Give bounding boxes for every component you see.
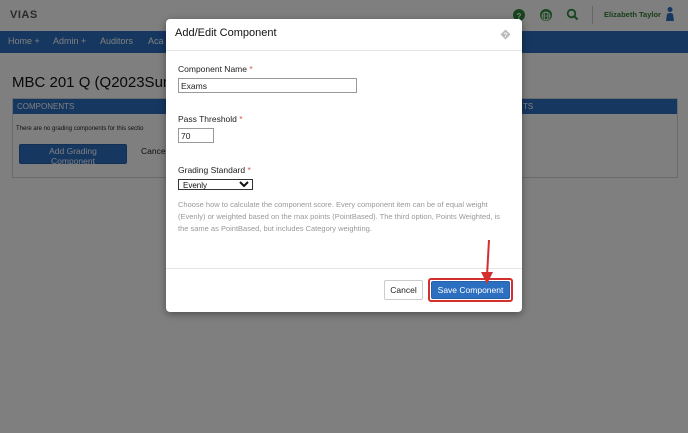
required-mark: * [249, 64, 253, 74]
component-name-label: Component Name * [178, 64, 253, 74]
save-component-button[interactable]: Save Component [431, 281, 510, 299]
dialog-cancel-button[interactable]: Cancel [384, 280, 423, 300]
add-edit-component-dialog: Add/Edit Component ? Component Name * Pa… [166, 19, 522, 312]
pass-threshold-label: Pass Threshold * [178, 114, 243, 124]
required-mark: * [239, 114, 243, 124]
required-mark: * [247, 165, 251, 175]
svg-text:?: ? [504, 32, 508, 39]
question-diamond-icon[interactable]: ? [500, 27, 511, 40]
dialog-header-divider [166, 50, 522, 51]
grading-standard-select[interactable]: Evenly [178, 179, 253, 190]
dialog-footer-divider [166, 268, 522, 269]
component-name-input[interactable] [178, 78, 357, 93]
grading-standard-help-text: Choose how to calculate the component sc… [178, 200, 500, 233]
component-name-label-text: Component Name [178, 64, 247, 74]
grading-standard-label-text: Grading Standard [178, 165, 246, 175]
pass-threshold-input[interactable] [178, 128, 214, 143]
pass-threshold-label-text: Pass Threshold [178, 114, 237, 124]
grading-standard-label: Grading Standard * [178, 165, 251, 175]
annotation-arrow [481, 239, 493, 284]
dialog-title: Add/Edit Component [175, 27, 277, 39]
